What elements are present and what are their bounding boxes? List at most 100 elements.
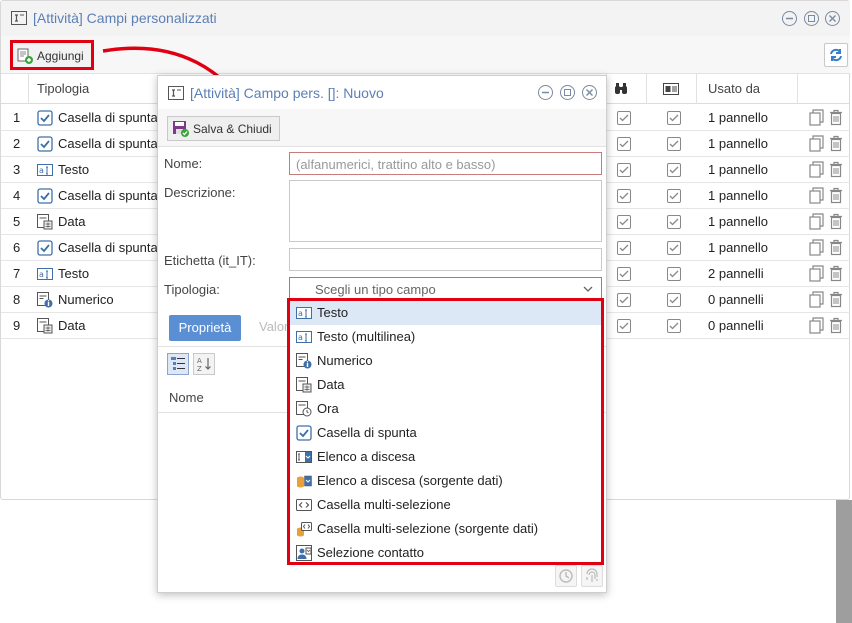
tag-input[interactable] [289, 248, 602, 271]
dropdown-option[interactable]: a Testo [290, 301, 601, 325]
search-flag-checkbox-icon[interactable] [617, 319, 631, 333]
dropdown-option-label: Testo [317, 305, 349, 320]
trash-icon[interactable] [829, 213, 843, 230]
dropdown-option[interactable]: Casella di spunta [290, 421, 601, 445]
dialog-close-icon[interactable] [582, 85, 597, 100]
date-field-icon [296, 377, 312, 393]
copy-icon[interactable] [809, 135, 825, 152]
dropdown-option[interactable]: Casella multi-selezione (sorgente dati) [290, 517, 601, 541]
dropdown-option[interactable]: Selezione contatto [290, 541, 601, 565]
description-textarea[interactable] [289, 180, 602, 242]
dropdown-option[interactable]: Data [290, 373, 601, 397]
dialog-titlebar: [Attività] Campo pers. []: Nuovo [158, 76, 606, 109]
binoculars-icon[interactable] [614, 82, 628, 95]
row-used-by: 1 pannello [708, 188, 768, 203]
panel-flag-checkbox-icon[interactable] [667, 319, 681, 333]
minimize-icon[interactable] [782, 11, 797, 26]
dropdown-option[interactable]: a Testo (multilinea) [290, 325, 601, 349]
trash-icon[interactable] [829, 187, 843, 204]
copy-icon[interactable] [809, 265, 825, 282]
history-button[interactable] [555, 565, 577, 587]
trash-icon[interactable] [829, 317, 843, 334]
svg-text:Z: Z [197, 365, 202, 372]
copy-icon[interactable] [809, 161, 825, 178]
row-number: 4 [13, 188, 21, 203]
trash-icon[interactable] [829, 109, 843, 126]
row-used-by: 1 pannello [708, 214, 768, 229]
close-icon[interactable] [825, 11, 840, 26]
name-placeholder: (alfanumerici, trattino alto e basso) [296, 157, 496, 172]
panel-flag-checkbox-icon[interactable] [667, 111, 681, 125]
date-field-icon [37, 318, 53, 334]
search-flag-checkbox-icon[interactable] [617, 137, 631, 151]
copy-icon[interactable] [809, 213, 825, 230]
search-flag-checkbox-icon[interactable] [617, 241, 631, 255]
panel-icon[interactable] [663, 83, 679, 95]
panel-flag-checkbox-icon[interactable] [667, 189, 681, 203]
panel-flag-checkbox-icon[interactable] [667, 137, 681, 151]
dropdown-list-icon [296, 449, 312, 465]
history-icon [559, 569, 573, 583]
type-select[interactable]: Scegli un tipo campo [289, 277, 602, 300]
dropdown-option-label: Ora [317, 401, 339, 416]
restore-icon[interactable] [804, 11, 819, 26]
search-flag-checkbox-icon[interactable] [617, 111, 631, 125]
trash-icon[interactable] [829, 265, 843, 282]
checkbox-icon [296, 425, 312, 441]
panel-flag-checkbox-icon[interactable] [667, 241, 681, 255]
refresh-icon [830, 48, 842, 62]
panel-flag-checkbox-icon[interactable] [667, 267, 681, 281]
copy-icon[interactable] [809, 317, 825, 334]
category-list-icon [171, 357, 185, 370]
save-close-button[interactable]: Salva & Chiudi [167, 116, 280, 141]
svg-text:a: a [298, 309, 303, 318]
search-flag-checkbox-icon[interactable] [617, 189, 631, 203]
refresh-button[interactable] [824, 43, 848, 67]
dropdown-option[interactable]: Ora [290, 397, 601, 421]
search-flag-checkbox-icon[interactable] [617, 293, 631, 307]
row-type: Casella di spunta [58, 240, 158, 255]
text-field-icon: a [37, 162, 53, 178]
description-label: Descrizione: [164, 185, 236, 200]
trash-icon[interactable] [829, 161, 843, 178]
row-type: Data [58, 214, 86, 229]
dropdown-option[interactable]: Elenco a discesa [290, 445, 601, 469]
search-flag-checkbox-icon[interactable] [617, 215, 631, 229]
checkbox-icon [37, 136, 53, 152]
add-button[interactable]: Aggiungi [10, 40, 94, 70]
dropdown-option[interactable]: Elenco a discesa (sorgente dati) [290, 469, 601, 493]
trash-icon[interactable] [829, 291, 843, 308]
copy-icon[interactable] [809, 291, 825, 308]
search-flag-checkbox-icon[interactable] [617, 267, 631, 281]
trash-icon[interactable] [829, 239, 843, 256]
search-flag-checkbox-icon[interactable] [617, 163, 631, 177]
checkbox-icon [37, 240, 53, 256]
sort-alpha-button[interactable]: AZ [193, 353, 215, 375]
window-toolbar: Aggiungi [1, 36, 850, 74]
dropdown-option[interactable]: Numerico [290, 349, 601, 373]
dropdown-option[interactable]: Casella multi-selezione [290, 493, 601, 517]
dropdown-option-label: Elenco a discesa [317, 449, 416, 464]
column-type[interactable]: Tipologia [37, 81, 89, 96]
row-type: Casella di spunta [58, 136, 158, 151]
properties-name-column: Nome [169, 390, 204, 405]
copy-icon[interactable] [809, 187, 825, 204]
fingerprint-button[interactable] [581, 565, 603, 587]
column-used-by[interactable]: Usato da [708, 81, 760, 96]
chevron-down-icon [583, 286, 593, 292]
panel-flag-checkbox-icon[interactable] [667, 163, 681, 177]
copy-icon[interactable] [809, 239, 825, 256]
row-number: 6 [13, 240, 21, 255]
trash-icon[interactable] [829, 135, 843, 152]
category-view-button[interactable] [167, 353, 189, 375]
tab-properties[interactable]: Proprietà [169, 315, 241, 341]
dialog-minimize-icon[interactable] [538, 85, 553, 100]
name-input[interactable]: (alfanumerici, trattino alto e basso) [289, 152, 602, 175]
dialog-window-icon [168, 86, 184, 100]
row-used-by: 0 pannelli [708, 292, 764, 307]
save-close-label: Salva & Chiudi [193, 122, 272, 136]
dialog-restore-icon[interactable] [560, 85, 575, 100]
panel-flag-checkbox-icon[interactable] [667, 215, 681, 229]
copy-icon[interactable] [809, 109, 825, 126]
panel-flag-checkbox-icon[interactable] [667, 293, 681, 307]
